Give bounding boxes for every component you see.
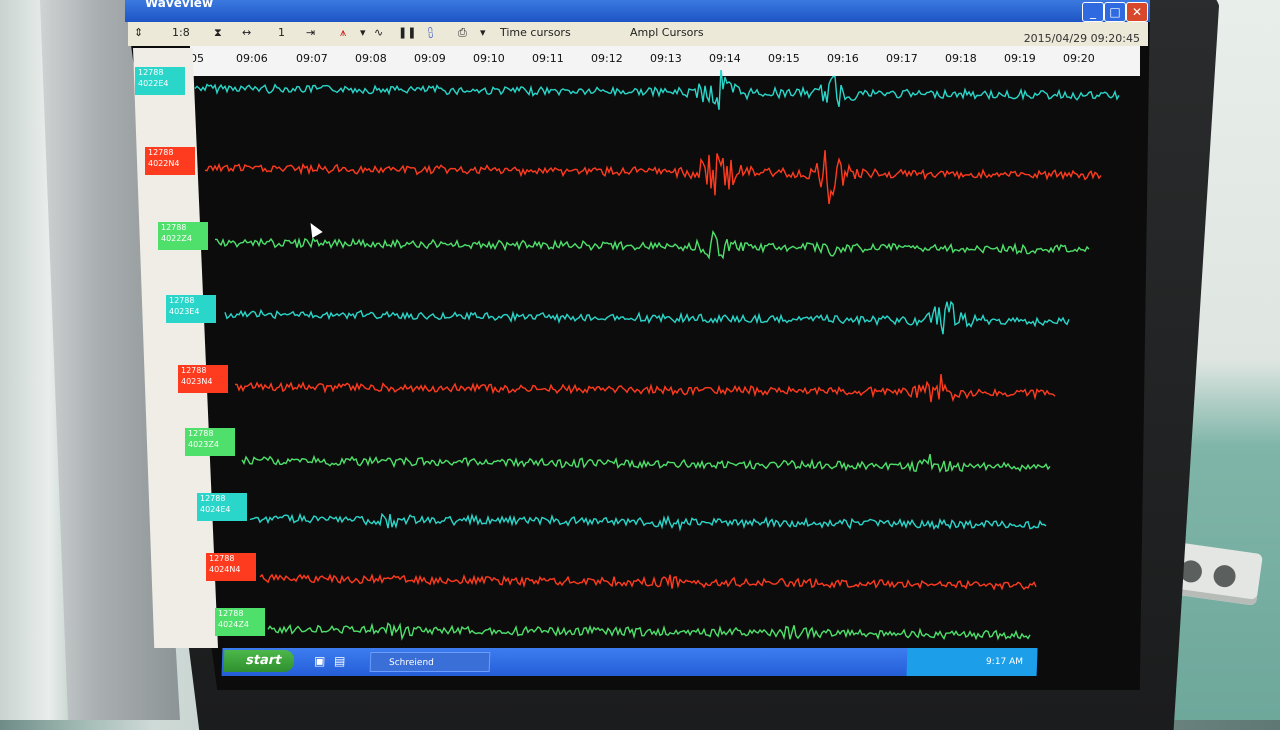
filter-icon[interactable]: ⩚	[340, 26, 346, 40]
waveform-trace	[194, 70, 1120, 110]
axis-tick: 09:10	[473, 52, 505, 65]
window-title: Waveview	[145, 0, 214, 10]
axis-tick: 09:13	[650, 52, 682, 65]
axis-tick: 09:12	[591, 52, 623, 65]
dropdown-arrow-icon[interactable]: ▾	[360, 26, 366, 39]
axis-tick: 09:07	[296, 52, 328, 65]
ampl-cursors-button[interactable]: Ampl Cursors	[630, 26, 704, 39]
seismogram-traces	[194, 70, 1120, 641]
maximize-button[interactable]: □	[1104, 2, 1126, 22]
axis-tick: 09:20	[1063, 52, 1095, 65]
close-button[interactable]: ✕	[1126, 2, 1148, 22]
waveform-trace	[249, 512, 1047, 532]
axis-tick: 09:17	[886, 52, 918, 65]
time-cursors-button[interactable]: Time cursors	[500, 26, 571, 39]
window-titlebar[interactable]: Waveview _ □ ✕	[125, 0, 1150, 22]
print-icon[interactable]: ⎙	[458, 26, 467, 40]
axis-tick: 09:16	[827, 52, 859, 65]
waveform-trace	[259, 573, 1037, 591]
waveform-trace	[224, 300, 1070, 335]
axis-tick: 09:06	[236, 52, 268, 65]
waveform-trace	[267, 622, 1031, 641]
horizontal-arrows-icon[interactable]: ↔	[242, 26, 251, 39]
axis-tick: 09:15	[768, 52, 800, 65]
desktop-icon[interactable]: ▣	[314, 654, 326, 668]
system-tray-clock: 9:17 AM	[906, 648, 1038, 676]
spectrum-icon[interactable]: ⩉	[428, 26, 433, 40]
pause-icon[interactable]: ❚❚	[398, 26, 416, 39]
minimize-button[interactable]: _	[1082, 2, 1104, 22]
hourglass-icon[interactable]: ⧗	[214, 26, 222, 40]
dropdown-arrow-icon[interactable]: ▾	[480, 26, 486, 39]
axis-tick: 09:19	[1004, 52, 1036, 65]
axis-tick: 09:14	[709, 52, 741, 65]
datestamp: 2015/04/29 09:20:45	[1023, 32, 1140, 45]
start-button[interactable]: start	[223, 650, 295, 672]
axis-tick: 09:11	[532, 52, 564, 65]
taskbar: start ▣ ▤ Schreiend 9:17 AM	[221, 648, 1038, 676]
taskbar-item[interactable]: Schreiend	[369, 652, 491, 672]
axis-tick: 09:08	[355, 52, 387, 65]
toolbar: ⇕ 1:8 ⧗ ↔ 1 ⇥ ⩚ ▾ ∿ ❚❚ ⩉ ⎙ ▾ Time cursor…	[128, 22, 1148, 46]
socket-icon	[1212, 563, 1237, 589]
waveform-trace	[235, 374, 1056, 403]
waveform-trace	[241, 453, 1051, 474]
channel-label[interactable]: 12788 4022E4	[135, 67, 185, 95]
skip-end-icon[interactable]: ⇥	[306, 26, 315, 39]
channel-label[interactable]: 12788 4022N4	[145, 147, 195, 175]
program-icon[interactable]: ▤	[334, 654, 346, 668]
axis-tick: 09:18	[945, 52, 977, 65]
waveform-trace	[204, 150, 1102, 205]
step-value[interactable]: 1	[278, 26, 285, 39]
axis-tick: 09:09	[414, 52, 446, 65]
wave-icon[interactable]: ∿	[374, 26, 383, 39]
waveform-trace	[215, 229, 1090, 260]
scale-value[interactable]: 1:8	[172, 26, 190, 39]
updown-arrows-icon[interactable]: ⇕	[134, 26, 143, 39]
